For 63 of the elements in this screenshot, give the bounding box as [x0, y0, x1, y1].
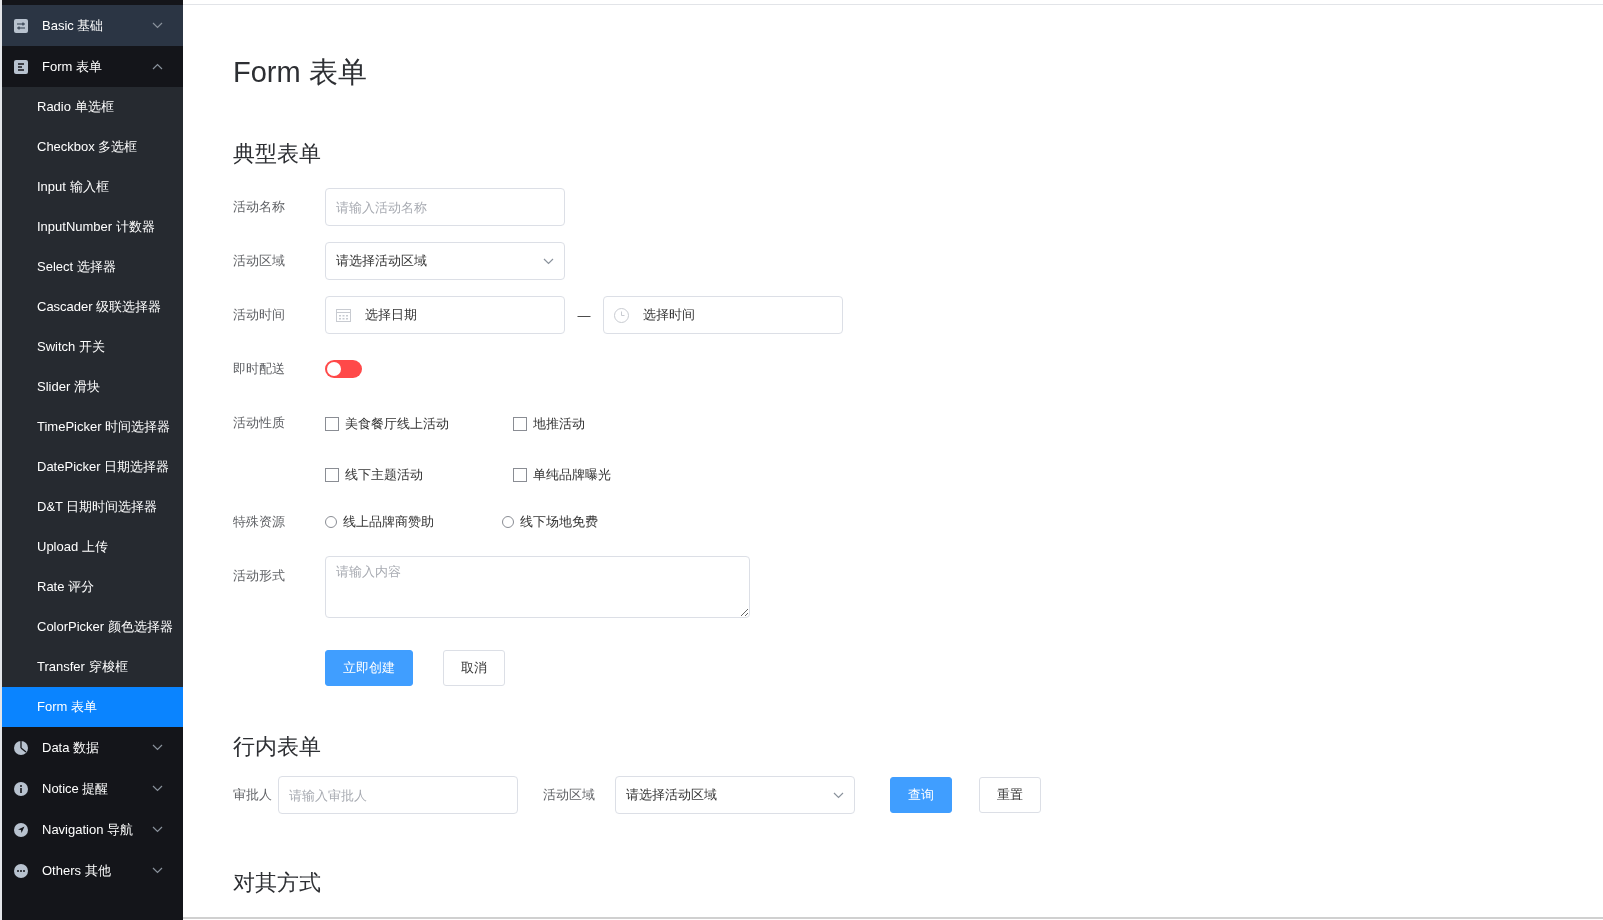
- compass-icon: [14, 822, 28, 837]
- select-field[interactable]: 请选择活动区域: [325, 242, 565, 280]
- menu-item[interactable]: Form 表单: [2, 687, 183, 727]
- pie-chart-icon: [14, 740, 28, 755]
- menu-item[interactable]: TimePicker 时间选择器: [2, 407, 183, 447]
- menu-item[interactable]: Rate 评分: [2, 567, 183, 607]
- chevron-down-icon: [152, 22, 163, 29]
- menu-item[interactable]: Slider 滑块: [2, 367, 183, 407]
- section-heading: 对其方式: [233, 869, 322, 897]
- sliders-icon: [14, 18, 28, 33]
- chevron-down-icon: [152, 867, 163, 874]
- toggle-switch[interactable]: [325, 360, 362, 378]
- chevron-down-icon: [543, 257, 554, 265]
- menu-item[interactable]: Cascader 级联选择器: [2, 287, 183, 327]
- chevron-down-icon: [152, 785, 163, 792]
- field-label: 活动时间: [233, 306, 286, 324]
- textarea-field[interactable]: 请输入内容: [325, 556, 750, 618]
- menu-item[interactable]: Upload 上传: [2, 527, 183, 567]
- section-heading: 典型表单: [233, 140, 322, 168]
- radio-option[interactable]: 线下场地免费: [502, 513, 598, 531]
- checkbox-option[interactable]: 线下主题活动: [325, 466, 423, 484]
- chevron-down-icon: [833, 791, 844, 799]
- field-label: 活动区域: [233, 252, 286, 270]
- document-icon: [14, 59, 28, 74]
- menu-item[interactable]: DatePicker 日期选择器: [2, 447, 183, 487]
- field-label: 审批人: [233, 786, 272, 804]
- menu-item[interactable]: Select 选择器: [2, 247, 183, 287]
- checkbox-option[interactable]: 地推活动: [513, 415, 585, 433]
- checkbox-option[interactable]: 美食餐厅线上活动: [325, 415, 449, 433]
- page-title: Form 表单: [233, 55, 368, 90]
- field-label: 活动形式: [233, 567, 286, 585]
- field-label: 特殊资源: [233, 513, 286, 531]
- info-icon: [14, 781, 28, 796]
- menu-item[interactable]: ColorPicker 颜色选择器: [2, 607, 183, 647]
- field-label: 活动性质: [233, 414, 286, 432]
- menu-item[interactable]: Input 输入框: [2, 167, 183, 207]
- menu-item[interactable]: Switch 开关: [2, 327, 183, 367]
- chevron-up-icon: [152, 63, 163, 70]
- text-input[interactable]: 请输入审批人: [278, 776, 518, 814]
- cancel-button[interactable]: 取消: [443, 650, 505, 686]
- menu-item[interactable]: D&T 日期时间选择器: [2, 487, 183, 527]
- checkbox-option[interactable]: 单纯品牌曝光: [513, 466, 611, 484]
- menu-group[interactable]: Basic 基础: [2, 5, 183, 46]
- field-label: 即时配送: [233, 360, 286, 378]
- chevron-down-icon: [152, 744, 163, 751]
- menu-item[interactable]: Transfer 穿梭框: [2, 647, 183, 687]
- menu-item[interactable]: Radio 单选框: [2, 87, 183, 127]
- more-icon: [14, 863, 28, 878]
- chevron-down-icon: [152, 826, 163, 833]
- select-field[interactable]: 请选择活动区域: [615, 776, 855, 814]
- clock-icon: [614, 307, 629, 323]
- section-heading: 行内表单: [233, 733, 322, 761]
- calendar-icon: [336, 308, 351, 322]
- time-picker-field[interactable]: 选择时间: [603, 296, 843, 334]
- menu-item[interactable]: InputNumber 计数器: [2, 207, 183, 247]
- reset-button[interactable]: 重置: [979, 777, 1041, 813]
- menu-item[interactable]: Checkbox 多选框: [2, 127, 183, 167]
- date-picker-field[interactable]: 选择日期: [325, 296, 565, 334]
- text-input[interactable]: 请输入活动名称: [325, 188, 565, 226]
- field-label: 活动名称: [233, 198, 286, 216]
- radio-option[interactable]: 线上品牌商赞助: [325, 513, 434, 531]
- field-label: 活动区域: [543, 786, 595, 804]
- range-separator: —: [576, 307, 592, 323]
